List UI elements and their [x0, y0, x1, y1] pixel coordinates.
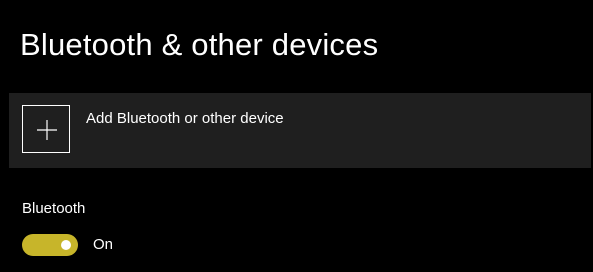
bluetooth-toggle[interactable] — [22, 234, 78, 256]
bluetooth-section-label: Bluetooth — [22, 200, 86, 217]
bluetooth-toggle-state: On — [93, 236, 114, 253]
plus-icon — [22, 105, 70, 153]
page-title: Bluetooth & other devices — [20, 27, 379, 62]
toggle-knob — [61, 240, 71, 250]
add-device-button[interactable]: Add Bluetooth or other device — [9, 93, 591, 168]
add-device-label: Add Bluetooth or other device — [86, 110, 284, 127]
